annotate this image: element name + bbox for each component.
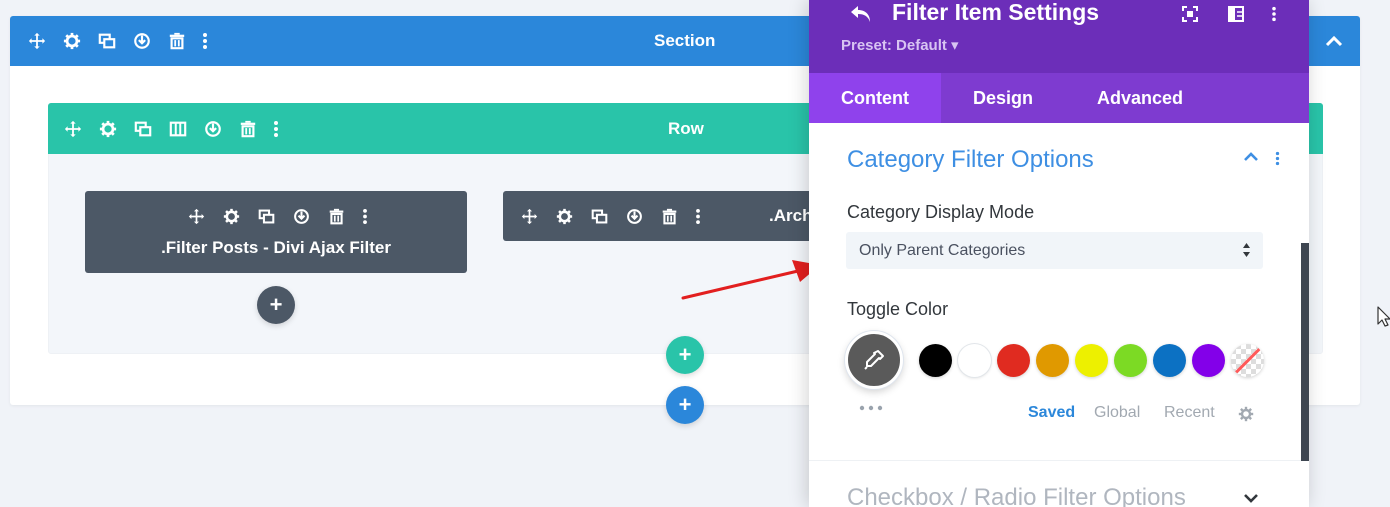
toggle-color-label: Toggle Color (847, 299, 949, 319)
category-display-mode-select[interactable]: Only Parent Categories (846, 232, 1263, 269)
section-title: Section (654, 31, 716, 50)
add-section-button[interactable]: + (666, 386, 704, 424)
eyedropper-icon (864, 350, 884, 370)
save-to-library-icon[interactable] (124, 29, 159, 53)
preset-selector[interactable]: Preset: Default ▾ (841, 36, 959, 54)
duplicate-icon[interactable] (582, 205, 617, 227)
palette-tab-saved[interactable]: Saved (1028, 404, 1075, 422)
swatch-purple[interactable] (1192, 344, 1225, 377)
module-filter-posts[interactable]: .Filter Posts - Divi Ajax Filter (85, 191, 467, 273)
module-title: .Arch (769, 206, 813, 225)
chevron-up-icon[interactable] (1322, 29, 1346, 53)
panel-header: Filter Item Settings Preset: Default ▾ (809, 0, 1309, 73)
select-value: Only Parent Categories (859, 241, 1026, 259)
group-divider (809, 460, 1309, 461)
more-vertical-icon[interactable] (1275, 151, 1280, 166)
chevron-up-icon[interactable] (1243, 151, 1259, 163)
gear-icon[interactable] (54, 29, 89, 53)
module-title: .Filter Posts - Divi Ajax Filter (161, 238, 391, 257)
trash-icon[interactable] (319, 205, 354, 227)
annotation-arrow (681, 260, 820, 300)
swatch-blue[interactable] (1153, 344, 1186, 377)
chevron-down-icon[interactable] (1243, 492, 1259, 504)
undo-icon[interactable] (847, 2, 875, 26)
columns-icon[interactable] (160, 117, 195, 141)
row-title: Row (668, 118, 704, 138)
duplicate-icon[interactable] (125, 117, 160, 141)
swatch-transparent[interactable] (1231, 344, 1264, 377)
swatch-red[interactable] (997, 344, 1030, 377)
more-vertical-icon[interactable] (194, 29, 216, 53)
section-actions (19, 16, 216, 66)
category-display-mode-label: Category Display Mode (847, 202, 1035, 222)
trash-icon[interactable] (652, 205, 687, 227)
trash-icon[interactable] (230, 117, 265, 141)
duplicate-icon[interactable] (89, 29, 124, 53)
split-view-icon[interactable] (1213, 2, 1259, 26)
row-actions (55, 103, 287, 154)
group-title[interactable]: Category Filter Options (847, 146, 1094, 174)
select-arrows-icon (1242, 242, 1251, 258)
more-horizontal-icon[interactable] (859, 405, 883, 411)
move-icon[interactable] (55, 117, 90, 141)
group-title-checkbox-radio[interactable]: Checkbox / Radio Filter Options (847, 484, 1186, 507)
swatch-yellow[interactable] (1075, 344, 1108, 377)
more-vertical-icon[interactable] (354, 205, 376, 227)
gear-icon[interactable] (1238, 406, 1254, 422)
swatch-green[interactable] (1114, 344, 1147, 377)
module-archive[interactable]: .Arch (503, 191, 823, 241)
panel-scrollbar[interactable] (1301, 243, 1309, 461)
trash-icon[interactable] (159, 29, 194, 53)
gear-icon[interactable] (90, 117, 125, 141)
move-icon[interactable] (512, 205, 547, 227)
more-vertical-icon[interactable] (265, 117, 287, 141)
gear-icon[interactable] (547, 205, 582, 227)
swatch-white[interactable] (958, 344, 991, 377)
mouse-cursor-icon (1377, 306, 1390, 327)
save-to-library-icon[interactable] (617, 205, 652, 227)
move-icon[interactable] (19, 29, 54, 53)
color-picker-button[interactable] (845, 331, 903, 389)
save-to-library-icon[interactable] (284, 205, 319, 227)
module-actions (179, 205, 376, 227)
module-actions (512, 205, 709, 227)
palette-tab-global[interactable]: Global (1094, 404, 1140, 422)
focus-mode-icon[interactable] (1167, 2, 1213, 26)
panel-body: Category Filter Options Category Display… (809, 123, 1309, 507)
add-module-button[interactable]: + (257, 286, 295, 324)
move-icon[interactable] (179, 205, 214, 227)
more-vertical-icon[interactable] (687, 205, 709, 227)
panel-header-actions (1167, 2, 1289, 26)
gear-icon[interactable] (214, 205, 249, 227)
swatch-black[interactable] (919, 344, 952, 377)
swatch-orange[interactable] (1036, 344, 1069, 377)
tab-content[interactable]: Content (809, 73, 941, 123)
palette-tab-recent[interactable]: Recent (1164, 404, 1215, 422)
duplicate-icon[interactable] (249, 205, 284, 227)
save-to-library-icon[interactable] (195, 117, 230, 141)
panel-tabs: Content Design Advanced (809, 73, 1309, 123)
more-vertical-icon[interactable] (1259, 2, 1289, 26)
tab-advanced[interactable]: Advanced (1065, 73, 1215, 123)
add-row-button[interactable]: + (666, 336, 704, 374)
panel-title: Filter Item Settings (892, 0, 1100, 25)
tab-design[interactable]: Design (941, 73, 1065, 123)
filter-item-settings-panel: Filter Item Settings Preset: Default ▾ C… (809, 0, 1309, 507)
